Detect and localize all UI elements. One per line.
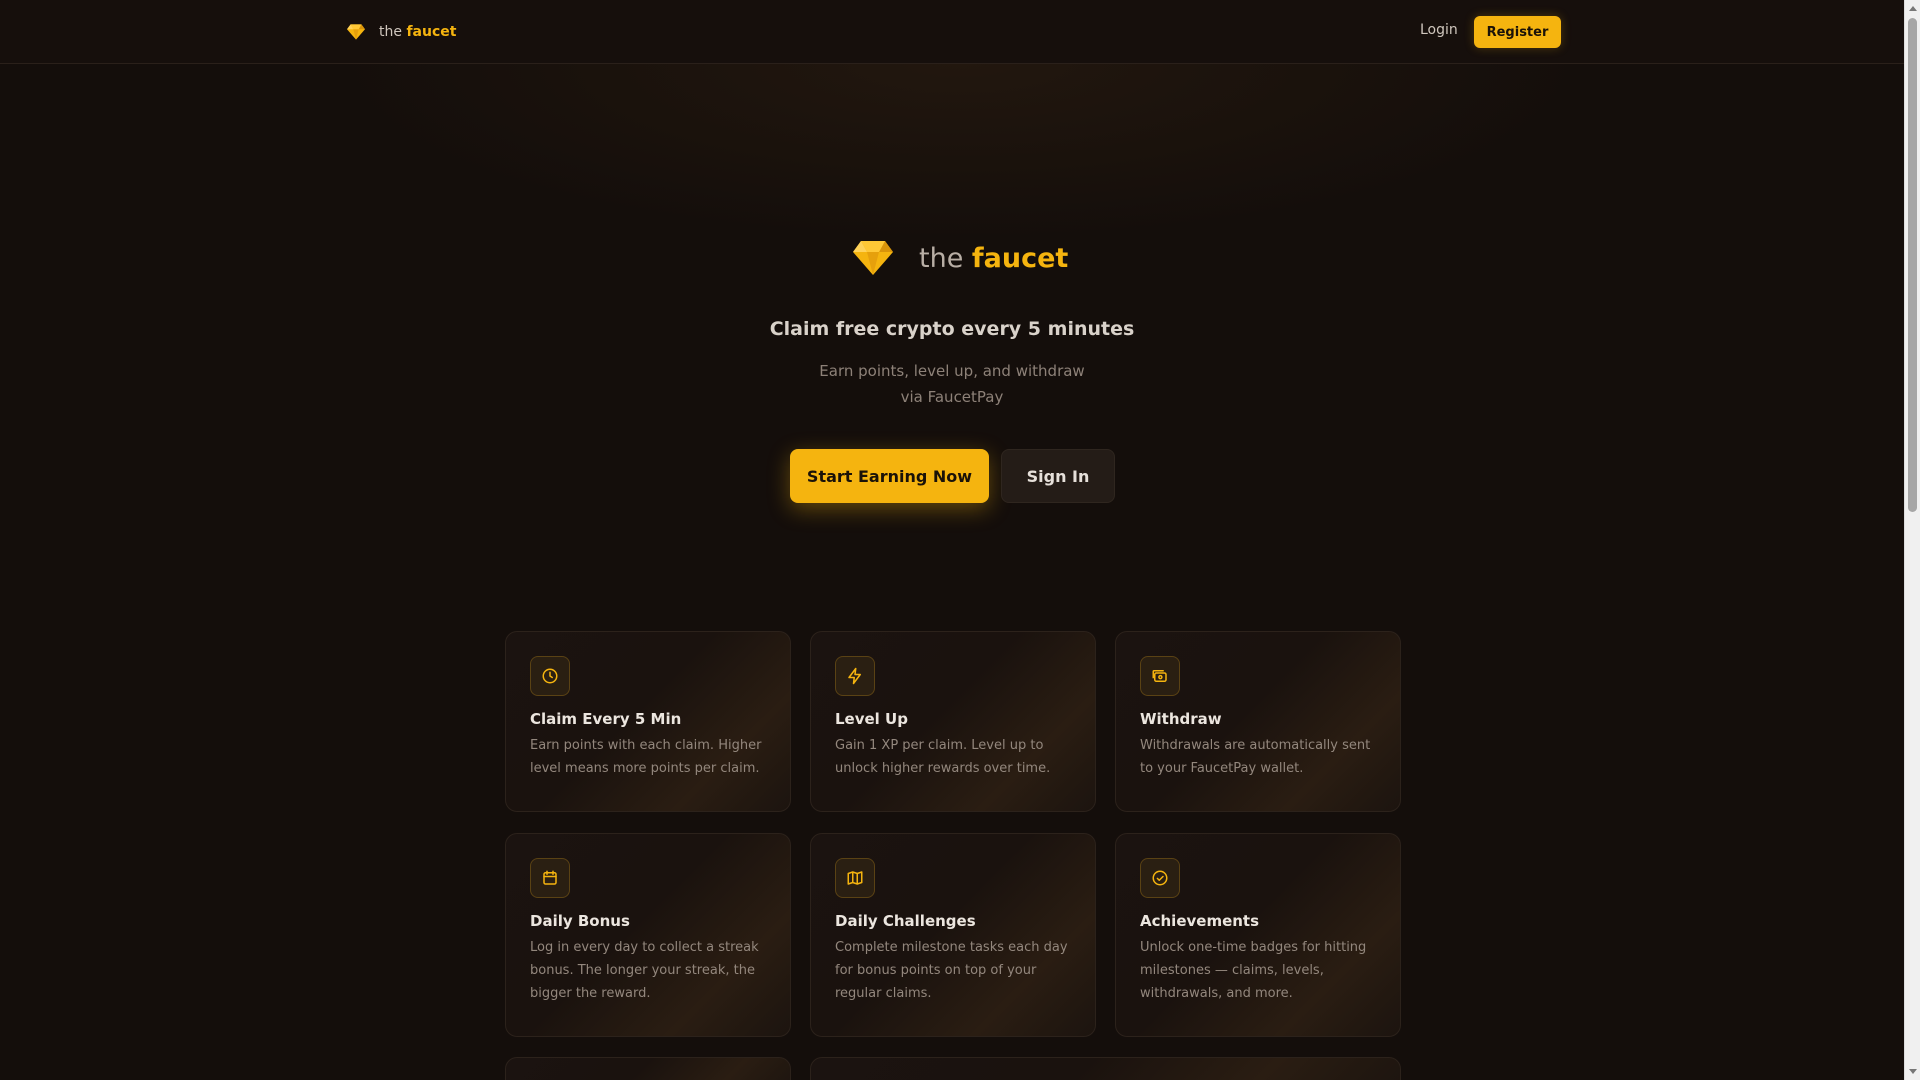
feature-title: Level Up xyxy=(835,710,908,728)
feature-card-daily-bonus: Daily Bonus Log in every day to collect … xyxy=(505,833,791,1037)
feature-description: Withdrawals are automatically sent to yo… xyxy=(1140,738,1371,776)
scroll-down-arrow-icon[interactable] xyxy=(1909,1069,1917,1074)
feature-card-partial-wide xyxy=(810,1057,1401,1080)
feature-description: Unlock one-time badges for hitting miles… xyxy=(1140,940,1367,1001)
feature-title: Daily Challenges xyxy=(835,912,976,930)
feature-description: Log in every day to collect a streak bon… xyxy=(530,940,759,1001)
nav-brand-logo[interactable]: the faucet xyxy=(347,20,456,44)
feature-description: Complete milestone tasks each day for bo… xyxy=(835,940,1068,1001)
vertical-scrollbar[interactable] xyxy=(1904,0,1920,1080)
lightning-icon xyxy=(835,656,875,696)
feature-title: Achievements xyxy=(1140,912,1260,930)
clock-icon xyxy=(530,656,570,696)
feature-card-level-up: Level Up Gain 1 XP per claim. Level up t… xyxy=(810,631,1096,812)
feature-card-daily-challenges: Daily Challenges Complete milestone task… xyxy=(810,833,1096,1037)
scroll-up-arrow-icon[interactable] xyxy=(1909,6,1917,11)
scrollbar-thumb[interactable] xyxy=(1908,18,1917,512)
diamond-icon xyxy=(853,241,893,275)
feature-description: Gain 1 XP per claim. Level up to unlock … xyxy=(835,738,1051,776)
hero-title: Claim free crypto every 5 minutes xyxy=(769,318,1135,340)
login-link[interactable]: Login xyxy=(1420,22,1458,38)
feature-card-partial xyxy=(505,1057,791,1080)
nav-brand-text: the faucet xyxy=(379,24,457,40)
register-button[interactable]: Register xyxy=(1474,16,1561,48)
sign-in-button[interactable]: Sign In xyxy=(1001,449,1115,503)
feature-card-withdraw: Withdraw Withdrawals are automatically s… xyxy=(1115,631,1401,812)
feature-description: Earn points with each claim. Higher leve… xyxy=(530,738,762,776)
start-earning-button[interactable]: Start Earning Now xyxy=(790,449,989,503)
hero-subtitle: Earn points, level up, and withdraw via … xyxy=(819,362,1085,406)
top-navbar: the faucet Login Register xyxy=(0,0,1904,64)
feature-card-achievements: Achievements Unlock one-time badges for … xyxy=(1115,833,1401,1037)
diamond-icon xyxy=(347,24,365,40)
feature-title: Claim Every 5 Min xyxy=(530,710,682,728)
feature-card-claim: Claim Every 5 Min Earn points with each … xyxy=(505,631,791,812)
hero-brand-text: the faucet xyxy=(919,242,1069,274)
hero-logo: the faucet xyxy=(853,238,1068,278)
feature-title: Withdraw xyxy=(1140,710,1222,728)
calendar-icon xyxy=(530,858,570,898)
check-circle-icon xyxy=(1140,858,1180,898)
wallet-icon xyxy=(1140,656,1180,696)
map-icon xyxy=(835,858,875,898)
feature-title: Daily Bonus xyxy=(530,912,630,930)
